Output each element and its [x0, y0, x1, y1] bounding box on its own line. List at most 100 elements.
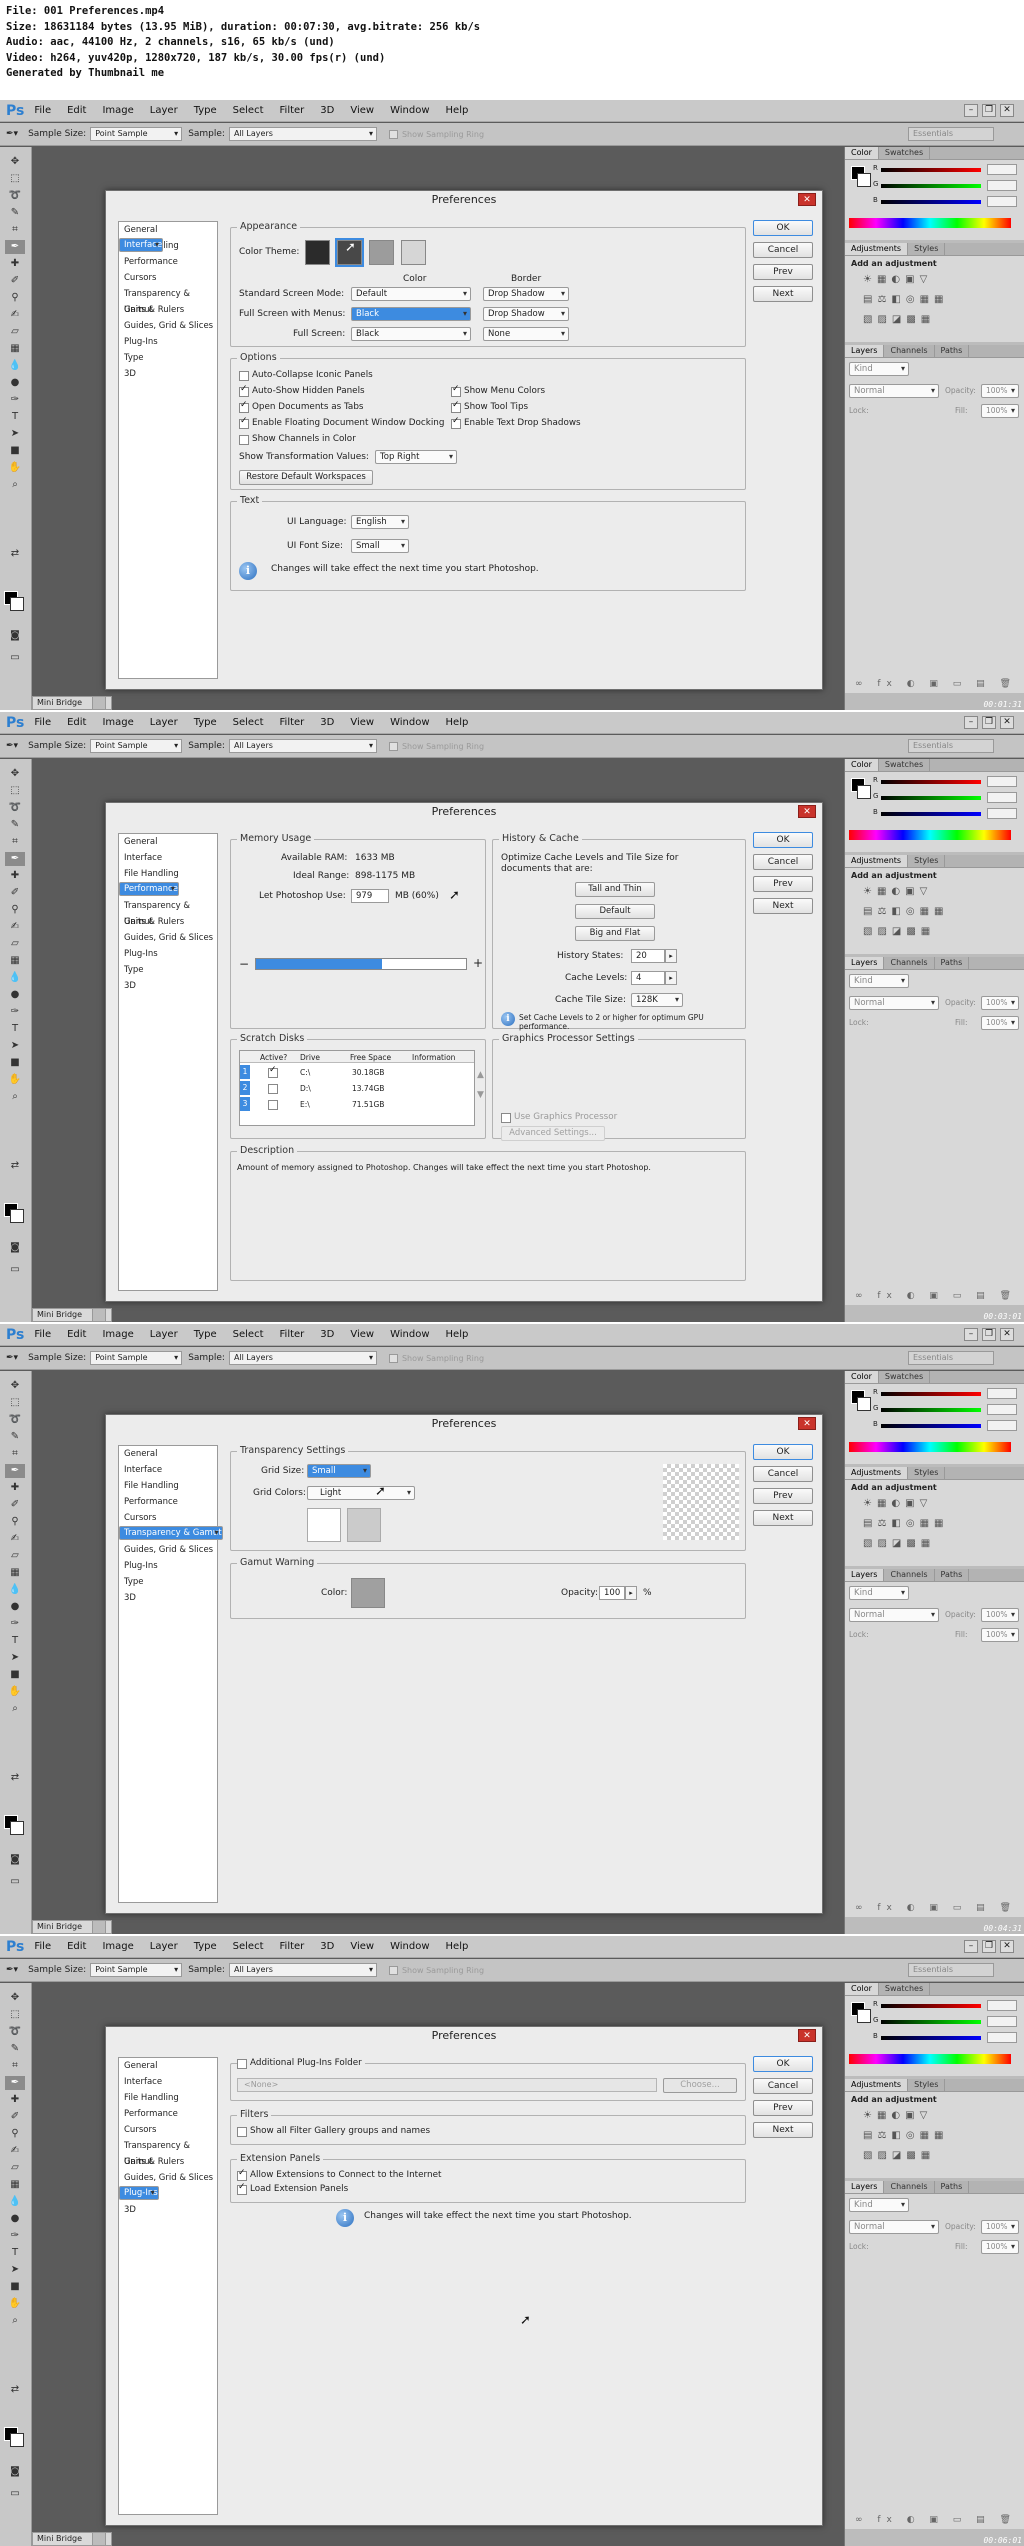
text-drop-shadows-checkbox[interactable]: Enable Text Drop Shadows: [451, 416, 581, 429]
restore-icon[interactable]: ❐: [982, 716, 996, 729]
dialog-close-icon[interactable]: ✕: [798, 805, 816, 818]
timeline-tab[interactable]: [92, 1308, 106, 1322]
grid-color-swatch-1[interactable]: [307, 1508, 341, 1542]
bg-swatch[interactable]: [857, 1397, 871, 1411]
blue-slider[interactable]: [881, 1424, 981, 1428]
healing-tool-icon[interactable]: ✚: [5, 1481, 25, 1495]
red-slider[interactable]: [881, 168, 981, 172]
background-color-swatch[interactable]: [10, 1821, 24, 1835]
move-tool-icon[interactable]: ✥: [5, 155, 25, 169]
screen-mode-icon[interactable]: ▭: [5, 1263, 25, 1277]
eraser-tool-icon[interactable]: ▱: [5, 1549, 25, 1563]
adjustment-icons-row-3[interactable]: ▧▨◪▩▦: [863, 1538, 935, 1549]
crop-tool-icon[interactable]: ⌗: [5, 1447, 25, 1461]
quick-mask-icon[interactable]: ◙: [5, 629, 25, 643]
category-3d[interactable]: 3D: [119, 366, 217, 382]
category-3d[interactable]: 3D: [119, 2202, 217, 2218]
tab-channels[interactable]: Channels: [884, 1569, 935, 1581]
green-slider[interactable]: [881, 1408, 981, 1412]
swap-colors-icon[interactable]: ⇄: [5, 1159, 25, 1173]
category-units-rulers[interactable]: Units & Rulers: [119, 2154, 217, 2170]
shape-tool-icon[interactable]: ■: [5, 1668, 25, 1682]
adjustment-icons-row-3[interactable]: ▧▨◪▩▦: [863, 314, 935, 325]
layer-actions-icons[interactable]: ∞ fx ◐ ▣ ▭ ▤ 🗑: [855, 2515, 1017, 2525]
eraser-tool-icon[interactable]: ▱: [5, 325, 25, 339]
theme-swatch-lightest[interactable]: [401, 240, 426, 265]
category-general[interactable]: General: [119, 1446, 217, 1462]
path-select-icon[interactable]: ➤: [5, 1651, 25, 1665]
tab-paths[interactable]: Paths: [935, 957, 970, 969]
pen-tool-icon[interactable]: ✑: [5, 1617, 25, 1631]
path-select-icon[interactable]: ➤: [5, 427, 25, 441]
cache-tile-size-select[interactable]: 128K: [631, 993, 683, 1007]
brush-tool-icon[interactable]: ✐: [5, 274, 25, 288]
stamp-tool-icon[interactable]: ⚲: [5, 903, 25, 917]
crop-tool-icon[interactable]: ⌗: [5, 223, 25, 237]
default-button[interactable]: Default: [575, 904, 655, 919]
prev-button[interactable]: Prev: [753, 1488, 813, 1504]
menu-type[interactable]: Type: [194, 717, 217, 728]
gamut-opacity-input[interactable]: 100: [599, 1586, 625, 1600]
pen-tool-icon[interactable]: ✑: [5, 393, 25, 407]
menu-select[interactable]: Select: [233, 1329, 264, 1340]
menu-type[interactable]: Type: [194, 105, 217, 116]
theme-swatch-light[interactable]: [369, 240, 394, 265]
tab-swatches[interactable]: Swatches: [879, 1983, 931, 1995]
color-spectrum[interactable]: [849, 830, 1011, 840]
blue-value[interactable]: [987, 2032, 1017, 2043]
layer-opacity-field[interactable]: 100%: [981, 1608, 1019, 1622]
adjustment-icons-row-3[interactable]: ▧▨◪▩▦: [863, 926, 935, 937]
workspace-select[interactable]: Essentials: [908, 1351, 994, 1365]
adjustment-icons-row-2[interactable]: ▤⚖◧◎▦▦: [863, 1518, 948, 1529]
menu-3d[interactable]: 3D: [320, 1941, 334, 1952]
big-and-flat-button[interactable]: Big and Flat: [575, 926, 655, 941]
type-tool-icon[interactable]: T: [5, 410, 25, 424]
minimize-icon[interactable]: –: [964, 1328, 978, 1341]
grid-colors-select[interactable]: Light: [307, 1486, 415, 1500]
auto-show-checkbox[interactable]: Auto-Show Hidden Panels: [239, 384, 365, 397]
menu-view[interactable]: View: [350, 105, 374, 116]
next-button[interactable]: Next: [753, 2122, 813, 2138]
quick-select-icon[interactable]: ✎: [5, 1430, 25, 1444]
lasso-tool-icon[interactable]: ➰: [5, 2025, 25, 2039]
table-row[interactable]: 2 D:\ 13.74GB: [240, 1081, 474, 1095]
category-general[interactable]: General: [119, 834, 217, 850]
category-cursors[interactable]: Cursors: [119, 2122, 217, 2138]
use-gpu-checkbox[interactable]: Use Graphics Processor: [501, 1112, 617, 1123]
healing-tool-icon[interactable]: ✚: [5, 257, 25, 271]
background-color-swatch[interactable]: [10, 2433, 24, 2447]
tab-color[interactable]: Color: [845, 1983, 879, 1995]
show-ring-checkbox[interactable]: [388, 1353, 398, 1363]
history-brush-icon[interactable]: ✍: [5, 2144, 25, 2158]
blue-value[interactable]: [987, 808, 1017, 819]
eyedropper-icon[interactable]: ✒▾: [6, 1965, 18, 1975]
menu-filter[interactable]: Filter: [280, 105, 305, 116]
timeline-tab[interactable]: [92, 696, 106, 710]
category-transparency-gamut[interactable]: Transparency & Gamut: [119, 1526, 223, 1540]
shape-tool-icon[interactable]: ■: [5, 1056, 25, 1070]
tab-adjustments[interactable]: Adjustments: [845, 855, 909, 867]
workspace-select[interactable]: Essentials: [908, 1963, 994, 1977]
type-tool-icon[interactable]: T: [5, 1022, 25, 1036]
color-spectrum[interactable]: [849, 218, 1011, 228]
menu-image[interactable]: Image: [102, 717, 133, 728]
category-file-handling[interactable]: File Handling: [119, 2090, 217, 2106]
gradient-tool-icon[interactable]: ▦: [5, 2178, 25, 2192]
layer-kind-filter[interactable]: Kind: [849, 362, 909, 376]
gradient-tool-icon[interactable]: ▦: [5, 1566, 25, 1580]
category-guides-grid[interactable]: Guides, Grid & Slices: [119, 2170, 217, 2186]
next-button[interactable]: Next: [753, 898, 813, 914]
tab-paths[interactable]: Paths: [935, 2181, 970, 2193]
bg-swatch[interactable]: [857, 173, 871, 187]
sample-select[interactable]: All Layers: [228, 1963, 377, 1977]
gradient-tool-icon[interactable]: ▦: [5, 342, 25, 356]
eyedropper-tool-icon[interactable]: ✒: [5, 852, 25, 866]
lasso-tool-icon[interactable]: ➰: [5, 1413, 25, 1427]
menu-help[interactable]: Help: [446, 105, 469, 116]
category-type[interactable]: Type: [119, 962, 217, 978]
tab-styles[interactable]: Styles: [908, 2079, 946, 2091]
green-slider[interactable]: [881, 796, 981, 800]
category-transparency-gamut[interactable]: Transparency & Gamut: [119, 2138, 217, 2167]
pen-tool-icon[interactable]: ✑: [5, 2229, 25, 2243]
cancel-button[interactable]: Cancel: [753, 854, 813, 870]
